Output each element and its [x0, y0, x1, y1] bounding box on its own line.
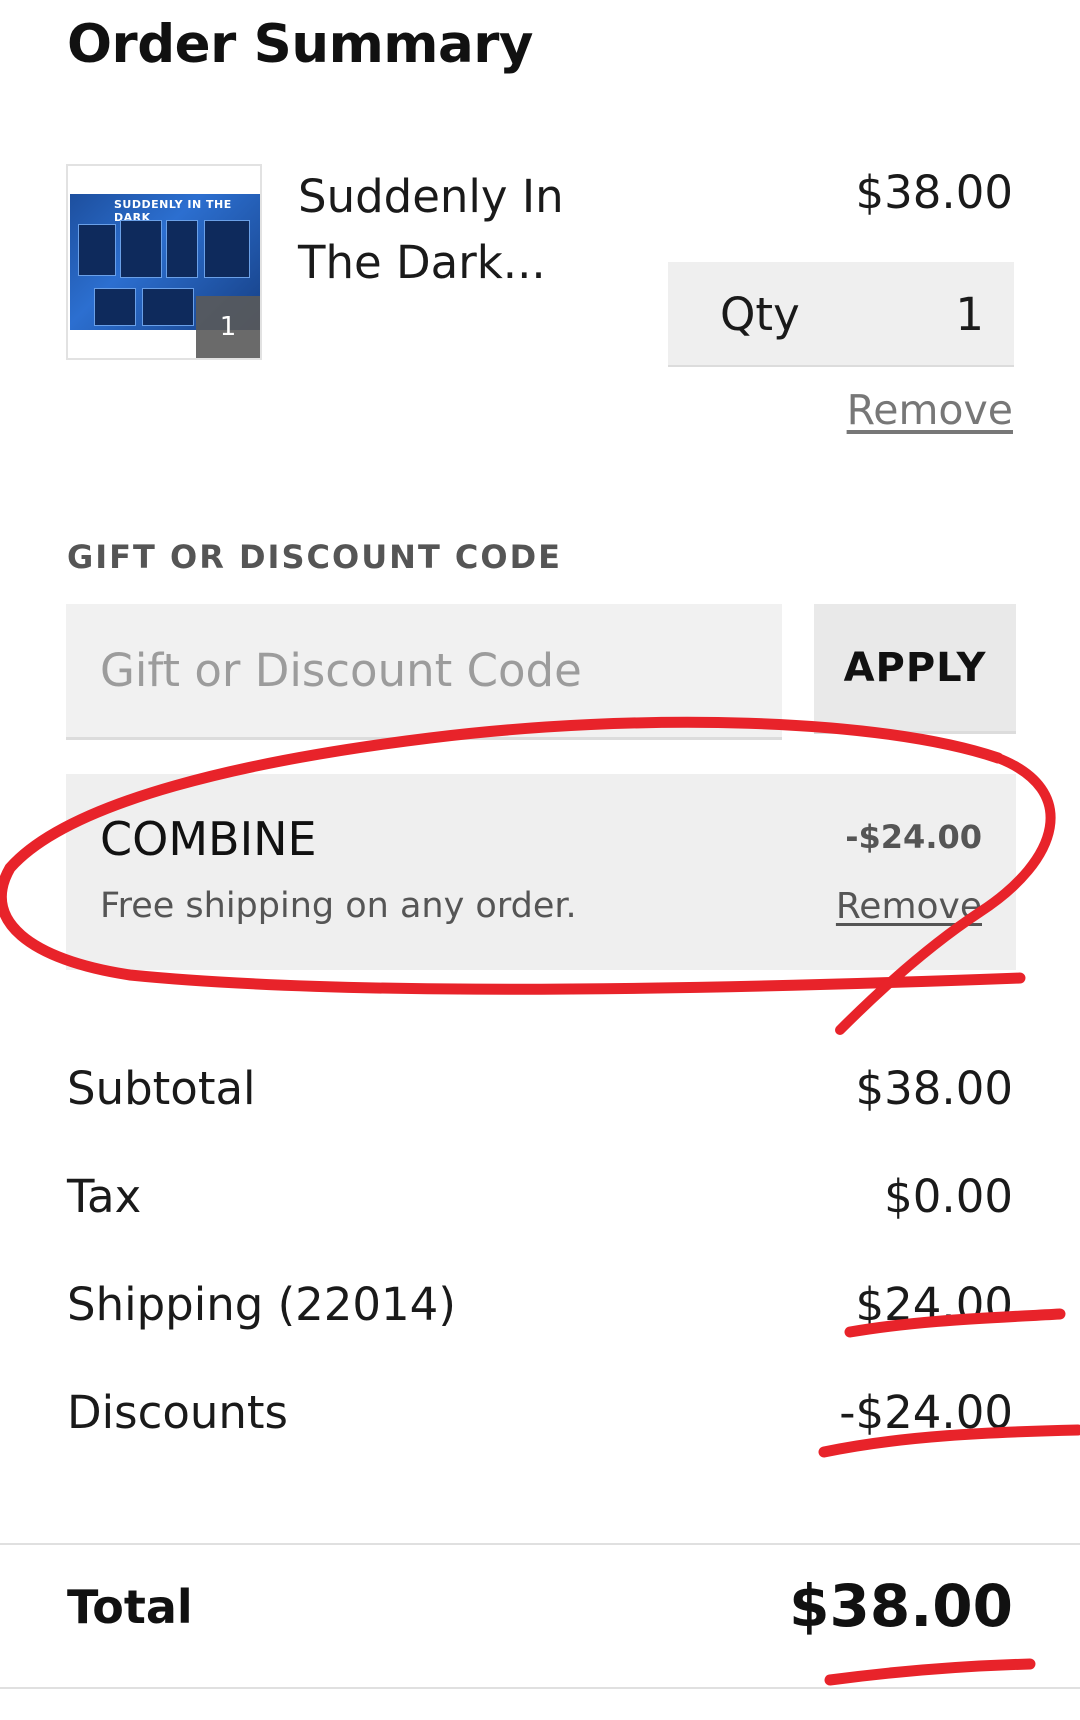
apply-button[interactable]: APPLY	[814, 604, 1016, 734]
page-title: Order Summary	[67, 14, 533, 75]
applied-discount-card: COMBINE Free shipping on any order. -$24…	[66, 774, 1016, 970]
quantity-selector[interactable]: Qty 1	[668, 262, 1014, 367]
quantity-badge: 1	[196, 296, 260, 358]
product-thumbnail[interactable]: SUDDENLY IN THE DARK 1	[66, 164, 262, 360]
subtotal-value: $38.00	[855, 1062, 1013, 1115]
tax-value: $0.00	[884, 1170, 1013, 1223]
product-name[interactable]: Suddenly In The Dark...	[298, 164, 628, 296]
product-name-line: The Dark...	[298, 236, 546, 289]
poster-art	[204, 220, 250, 278]
discount-section-label: GIFT OR DISCOUNT CODE	[67, 538, 563, 576]
discounts-value: -$24.00	[839, 1386, 1013, 1439]
divider	[0, 1687, 1080, 1689]
discount-description: Free shipping on any order.	[100, 886, 577, 926]
product-price: $38.00	[855, 166, 1013, 219]
shipping-value: $24.00	[855, 1278, 1013, 1331]
discount-code-input[interactable]	[66, 604, 782, 740]
discount-amount: -$24.00	[845, 818, 982, 856]
remove-discount-link[interactable]: Remove	[836, 886, 982, 927]
poster-art	[94, 288, 136, 326]
product-name-line: Suddenly In	[298, 170, 564, 223]
divider	[0, 1543, 1080, 1545]
poster-art	[142, 288, 194, 326]
discount-code-name: COMBINE	[100, 812, 317, 866]
poster-art	[78, 224, 116, 276]
annotation-underline-total	[824, 1658, 1036, 1686]
quantity-value: 1	[955, 288, 984, 341]
total-label: Total	[67, 1580, 193, 1634]
total-value: $38.00	[789, 1572, 1013, 1640]
remove-item-link[interactable]: Remove	[847, 386, 1013, 434]
poster-art	[166, 220, 198, 278]
poster-art	[120, 220, 162, 278]
tax-label: Tax	[67, 1170, 142, 1223]
subtotal-label: Subtotal	[67, 1062, 256, 1115]
shipping-label: Shipping (22014)	[67, 1278, 456, 1331]
discounts-label: Discounts	[67, 1386, 289, 1439]
quantity-label: Qty	[720, 288, 800, 341]
